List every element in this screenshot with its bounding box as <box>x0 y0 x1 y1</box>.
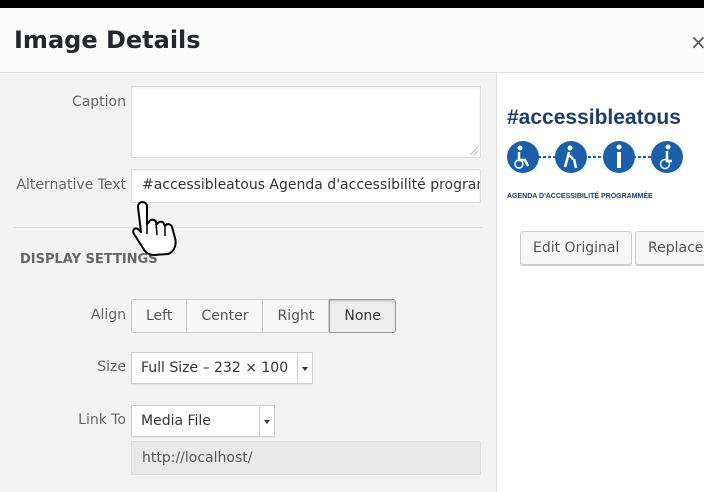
align-none-button[interactable]: None <box>329 299 396 333</box>
close-icon[interactable]: × <box>690 30 704 54</box>
align-left-button[interactable]: Left <box>131 299 188 333</box>
dialog-header: Image Details × <box>0 8 704 73</box>
chevron-down-icon <box>259 406 274 436</box>
link-url-value: http://localhost/ <box>142 450 253 466</box>
chevron-down-icon <box>297 353 312 383</box>
information-person-icon <box>603 141 635 173</box>
dialog-title: Image Details <box>14 26 201 54</box>
size-label: Size <box>97 359 126 375</box>
preview-subtitle: AGENDA D'ACCESSIBILITÉ PROGRAMMÉE <box>507 193 653 200</box>
elderly-person-icon <box>555 141 587 173</box>
wheelchair-icon <box>507 141 539 173</box>
replace-button[interactable]: Replace <box>635 231 704 265</box>
hand-pointer-icon <box>132 201 177 256</box>
resize-handle-icon[interactable] <box>470 147 478 155</box>
alt-text-value: #accessibleatous Agenda d'accessibilité … <box>142 177 480 193</box>
size-select-value: Full Size – 232 × 100 <box>141 360 289 376</box>
preview-title: #accessibleatous <box>507 106 681 129</box>
alt-text-label: Alternative Text <box>16 177 126 193</box>
link-to-select-value: Media File <box>141 413 211 429</box>
top-border <box>0 0 704 8</box>
align-button-group: Left Center Right None <box>131 299 396 333</box>
divider <box>14 227 482 228</box>
preview-panel <box>497 73 704 492</box>
link-url-field[interactable]: http://localhost/ <box>131 441 481 475</box>
align-center-button[interactable]: Center <box>187 299 264 333</box>
caption-label: Caption <box>71 94 126 110</box>
link-to-select[interactable]: Media File <box>131 405 275 437</box>
accessible-icon <box>651 141 683 173</box>
align-label: Align <box>90 307 126 323</box>
size-select[interactable]: Full Size – 232 × 100 <box>131 352 313 384</box>
edit-original-button[interactable]: Edit Original <box>520 231 633 265</box>
caption-textarea[interactable] <box>131 86 481 158</box>
preview-icons <box>507 141 683 173</box>
link-to-label: Link To <box>78 412 126 428</box>
align-right-button[interactable]: Right <box>263 299 330 333</box>
